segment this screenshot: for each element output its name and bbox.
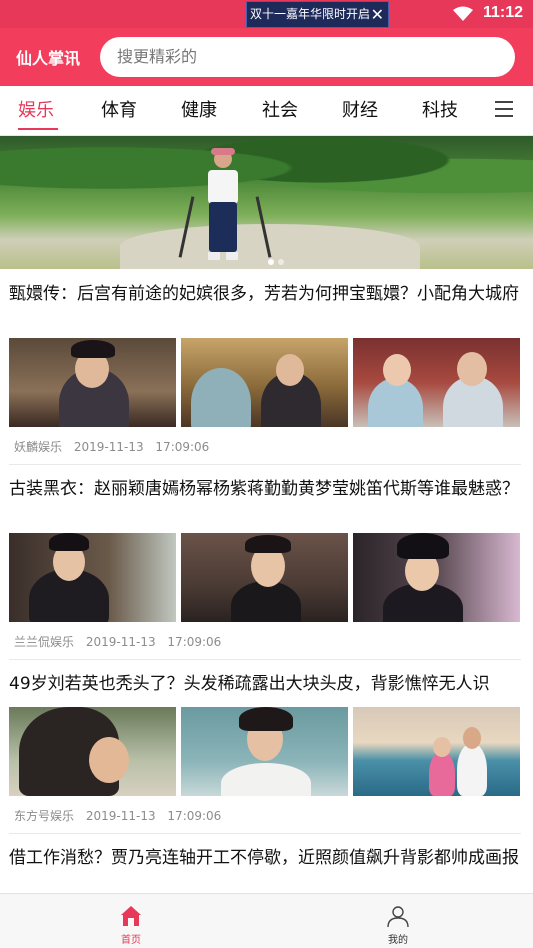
- news-date: 2019-11-13: [85, 809, 156, 823]
- news-thumbnail: [9, 338, 176, 427]
- news-source: 兰兰侃娱乐: [14, 635, 75, 649]
- nav-home[interactable]: 首页: [91, 894, 171, 948]
- news-thumbnail: [9, 707, 176, 796]
- news-time: 17:09:06: [167, 809, 222, 823]
- news-time: 17:09:06: [155, 440, 210, 454]
- news-source: 东方号娱乐: [14, 809, 75, 823]
- active-tab-indicator: [18, 128, 58, 130]
- news-thumbnail: [181, 707, 348, 796]
- tab-society[interactable]: 社会: [262, 96, 298, 122]
- news-source: 妖麟娱乐: [14, 440, 63, 454]
- carousel-dot[interactable]: [278, 259, 284, 265]
- clock: 11:12: [482, 4, 523, 21]
- news-meta: 兰兰侃娱乐 2019-11-13 17:09:06: [14, 633, 221, 650]
- menu-icon[interactable]: [495, 101, 513, 117]
- news-title[interactable]: 49岁刘若英也秃头了？头发稀疏露出大块头皮，背影憔悴无人识: [9, 672, 519, 696]
- close-icon[interactable]: ✕: [371, 2, 384, 27]
- search-input[interactable]: 搜更精彩的: [100, 37, 515, 77]
- status-bar: 双十一嘉年华限时开启 ✕ 11:12: [0, 0, 533, 28]
- tab-finance[interactable]: 财经: [342, 96, 378, 122]
- news-date: 2019-11-13: [85, 635, 156, 649]
- app-title: 仙人掌讯: [16, 49, 81, 68]
- nav-profile-label: 我的: [388, 935, 408, 946]
- news-title[interactable]: 借工作消愁？贾乃亮连轴开工不停歇，近照颜值飙升背影都帅成画报: [9, 846, 519, 870]
- app-header: 仙人掌讯 搜更精彩的: [0, 28, 533, 86]
- banner-carousel[interactable]: [0, 136, 533, 269]
- divider: [9, 833, 521, 834]
- carousel-dot[interactable]: [268, 259, 274, 265]
- tab-health[interactable]: 健康: [181, 96, 217, 122]
- news-date: 2019-11-13: [73, 440, 144, 454]
- news-thumbnail: [353, 533, 520, 622]
- news-meta: 东方号娱乐 2019-11-13 17:09:06: [14, 807, 221, 824]
- news-thumbnails: [9, 338, 521, 427]
- divider: [9, 659, 521, 660]
- tab-entertainment[interactable]: 娱乐: [18, 96, 54, 122]
- user-icon: [387, 906, 409, 928]
- banner-image: [200, 148, 250, 266]
- news-thumbnail: [353, 338, 520, 427]
- news-thumbnails: [9, 707, 521, 796]
- news-title[interactable]: 甄嬛传：后宫有前途的妃嫔很多，芳若为何押宝甄嬛？小配角大城府: [9, 282, 519, 306]
- notification-text: 双十一嘉年华限时开启: [250, 7, 371, 21]
- tab-technology[interactable]: 科技: [422, 96, 458, 122]
- news-title[interactable]: 古装黑衣：赵丽颖唐嫣杨幂杨紫蒋勤勤黄梦莹姚笛代斯等谁最魅惑？: [9, 477, 519, 501]
- carousel-indicator: [268, 250, 288, 269]
- news-thumbnails: [9, 533, 521, 622]
- wifi-icon: [453, 6, 473, 21]
- news-thumbnail: [353, 707, 520, 796]
- news-meta: 妖麟娱乐 2019-11-13 17:09:06: [14, 438, 209, 455]
- news-thumbnail: [9, 533, 176, 622]
- news-thumbnail: [181, 338, 348, 427]
- divider: [9, 464, 521, 465]
- nav-home-label: 首页: [121, 935, 141, 946]
- news-thumbnail: [181, 533, 348, 622]
- notification-banner[interactable]: 双十一嘉年华限时开启 ✕: [246, 1, 389, 28]
- nav-profile[interactable]: 我的: [358, 894, 438, 948]
- tab-sports[interactable]: 体育: [101, 96, 137, 122]
- bottom-nav: 首页 我的: [0, 893, 533, 948]
- news-time: 17:09:06: [167, 635, 222, 649]
- category-tabs: 娱乐 体育 健康 社会 财经 科技: [0, 86, 533, 136]
- home-icon: [121, 906, 141, 926]
